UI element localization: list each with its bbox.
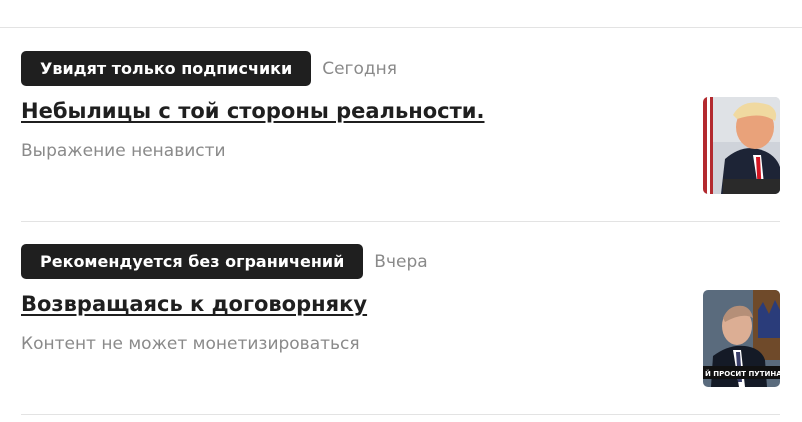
- post-date: Сегодня: [322, 58, 397, 79]
- post-item: Увидят только подписчики Сегодня Небылиц…: [21, 51, 780, 211]
- top-divider: [0, 27, 802, 28]
- post-thumbnail[interactable]: [703, 97, 780, 194]
- post-status: Контент не может монетизироваться: [21, 334, 360, 354]
- visibility-badge: Увидят только подписчики: [21, 51, 312, 86]
- item-divider: [21, 414, 780, 415]
- visibility-badge: Рекомендуется без ограничений: [21, 244, 364, 279]
- post-meta: Увидят только подписчики Сегодня: [21, 51, 780, 86]
- post-status: Выражение ненависти: [21, 141, 226, 161]
- post-title-link[interactable]: Небылицы с той стороны реальности.: [21, 99, 485, 123]
- post-item: Рекомендуется без ограничений Вчера Возв…: [21, 244, 780, 404]
- thumbnail-image: Й ПРОСИТ ПУТИНА: [703, 290, 780, 387]
- post-thumbnail[interactable]: Й ПРОСИТ ПУТИНА: [703, 290, 780, 387]
- post-meta: Рекомендуется без ограничений Вчера: [21, 244, 780, 279]
- thumbnail-caption: Й ПРОСИТ ПУТИНА: [705, 369, 780, 378]
- item-divider: [21, 221, 780, 222]
- post-date: Вчера: [374, 251, 428, 272]
- post-title-link[interactable]: Возвращаясь к договорняку: [21, 292, 367, 316]
- thumbnail-image: [703, 97, 780, 194]
